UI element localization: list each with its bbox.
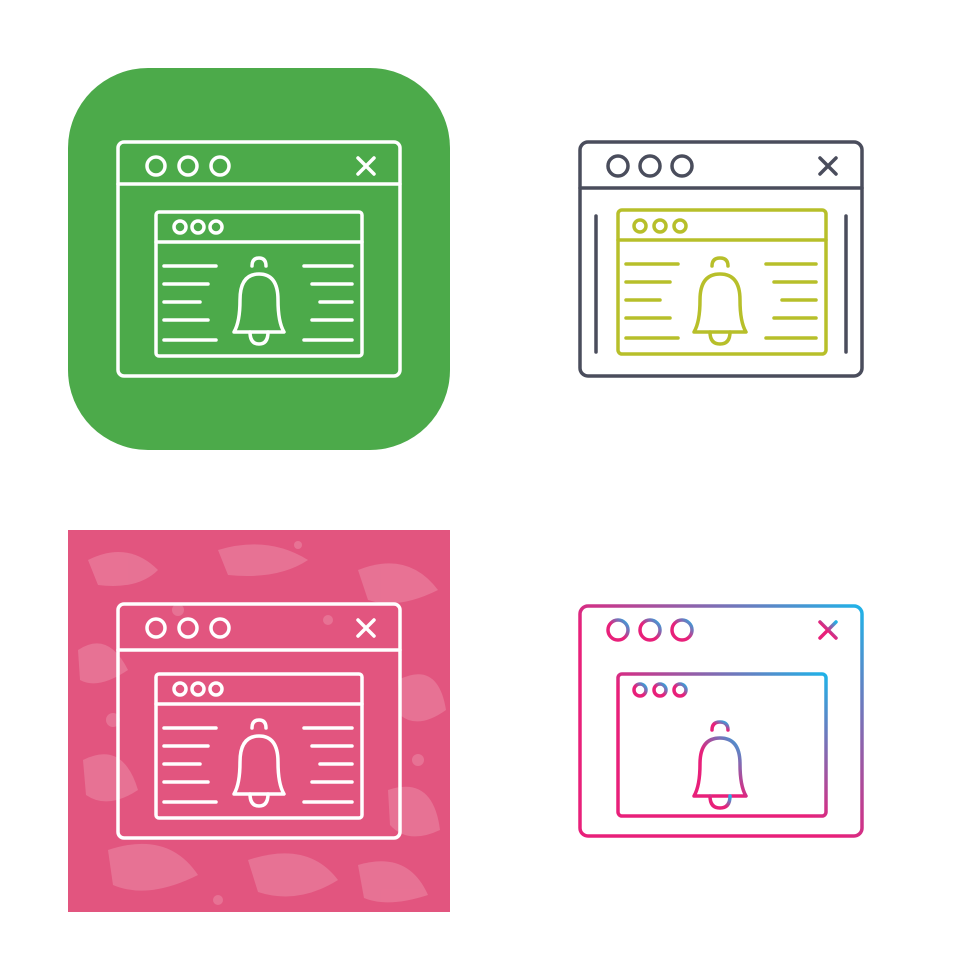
- window-dot-1: [606, 154, 630, 178]
- inner-dot-2: [652, 218, 668, 234]
- browser-bell-icon-outline: [578, 140, 864, 378]
- inner-dot-2: [652, 682, 668, 698]
- browser-bell-icon-gradient: [578, 604, 864, 838]
- window-dot-2: [638, 154, 662, 178]
- bell-top: [710, 720, 730, 732]
- bell-icon: [692, 736, 748, 798]
- browser-bell-icon-pink: [68, 530, 450, 912]
- inner-dot-3: [672, 682, 688, 698]
- bell-icon: [692, 272, 748, 334]
- icon-tile-outline: [560, 120, 880, 400]
- window-dot-1: [606, 618, 630, 642]
- icon-tile-gradient: [560, 590, 880, 850]
- window-dot-2: [638, 618, 662, 642]
- bell-clapper: [708, 794, 732, 810]
- bell-clapper: [708, 330, 732, 346]
- icon-tile-pink: [68, 530, 450, 912]
- window-dot-3: [670, 618, 694, 642]
- browser-bell-icon-green: [68, 68, 450, 450]
- inner-dot-3: [672, 218, 688, 234]
- icon-tile-green: [68, 68, 450, 450]
- window-dot-3: [670, 154, 694, 178]
- inner-dot-1: [632, 218, 648, 234]
- inner-dot-1: [632, 682, 648, 698]
- bell-top: [710, 256, 730, 268]
